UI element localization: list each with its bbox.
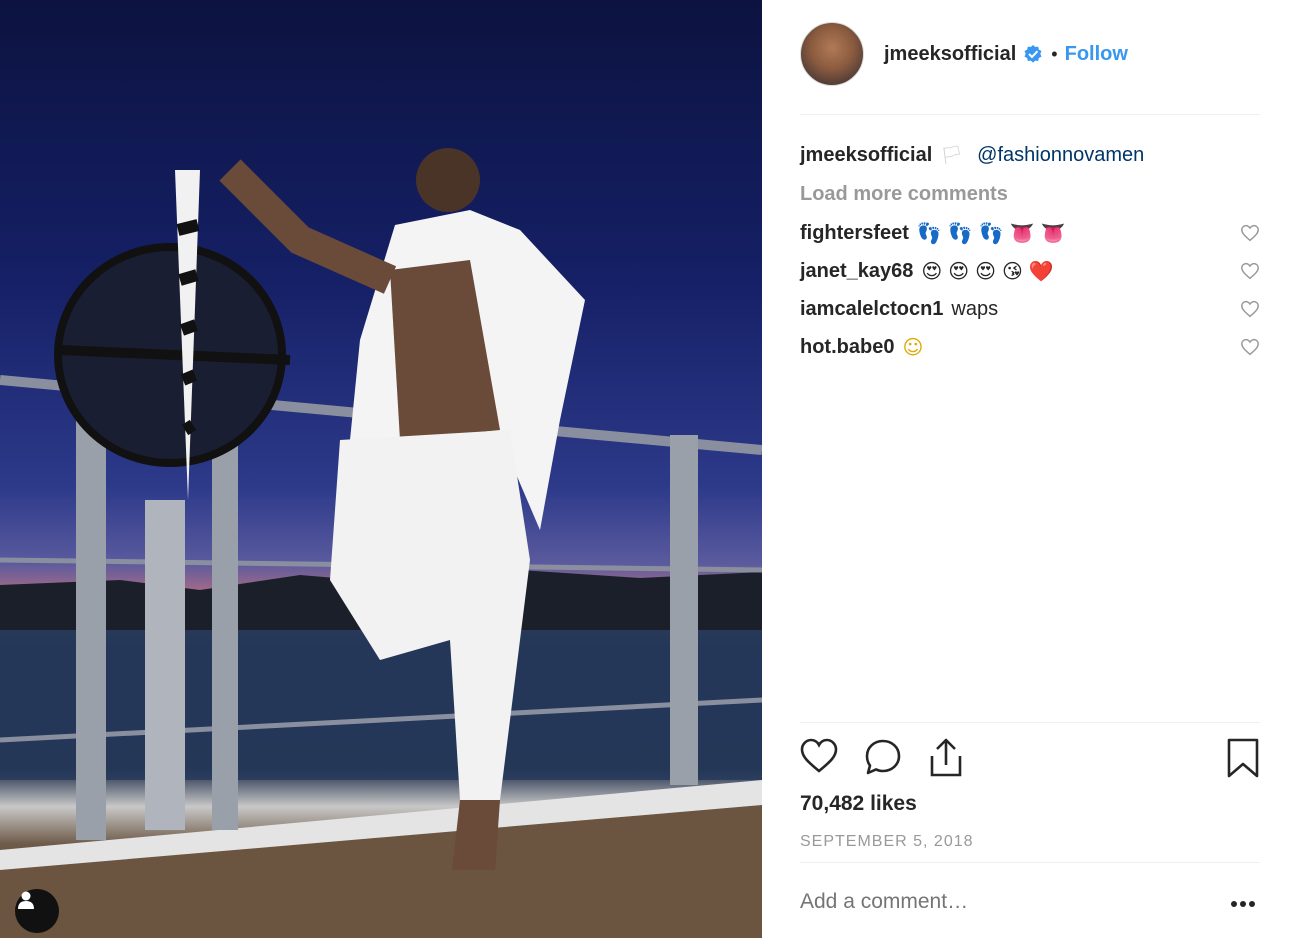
- header-separator: •: [1051, 43, 1058, 64]
- heart-icon[interactable]: [800, 738, 838, 774]
- comment-like-heart-icon[interactable]: [1240, 224, 1260, 242]
- post-photo[interactable]: [0, 0, 762, 938]
- caption: jmeeksofficial 🏳 @fashionnovamen: [800, 136, 1260, 174]
- action-bar: [800, 738, 1260, 782]
- divider: [800, 862, 1260, 863]
- comment-text: waps: [951, 297, 999, 320]
- comment-like-heart-icon[interactable]: [1240, 300, 1260, 318]
- comment-like-heart-icon[interactable]: [1240, 338, 1260, 356]
- post-header: jmeeksofficial • Follow: [800, 22, 1128, 86]
- comment-username[interactable]: janet_kay68: [800, 260, 913, 283]
- photo-scene: [0, 148, 762, 938]
- divider: [800, 114, 1260, 115]
- load-more-comments-button[interactable]: Load more comments: [800, 174, 1260, 214]
- likes-count[interactable]: 70,482 likes: [800, 792, 917, 816]
- mention-link[interactable]: @fashionnovamen: [977, 144, 1144, 167]
- share-icon[interactable]: [928, 738, 964, 778]
- comment-username[interactable]: fightersfeet: [800, 222, 909, 245]
- list-item: janet_kay68 😍😍😍😘❤️: [800, 252, 1260, 290]
- follow-button[interactable]: Follow: [1065, 43, 1128, 66]
- comment-text: 😍😍😍😘❤️: [921, 259, 1060, 283]
- comment-username[interactable]: hot.babe0: [800, 336, 894, 359]
- post-date[interactable]: SEPTEMBER 5, 2018: [800, 833, 974, 851]
- divider: [800, 722, 1260, 723]
- comment-bubble-icon[interactable]: [864, 738, 902, 776]
- bookmark-icon[interactable]: [1226, 738, 1260, 778]
- add-comment-input[interactable]: [800, 890, 1200, 914]
- comments-list: jmeeksofficial 🏳 @fashionnovamen Load mo…: [800, 136, 1260, 366]
- user-tag-icon: [18, 891, 34, 909]
- user-tags-button[interactable]: [15, 889, 59, 933]
- list-item: fightersfeet 👣👣👣👅👅: [800, 214, 1260, 252]
- list-item: iamcalelctocn1 waps: [800, 290, 1260, 328]
- comment-username[interactable]: iamcalelctocn1: [800, 298, 943, 321]
- username-link[interactable]: jmeeksofficial: [884, 43, 1016, 66]
- verified-badge-icon: [1023, 44, 1043, 64]
- comment-text: ☺: [902, 335, 930, 359]
- comment-like-heart-icon[interactable]: [1240, 262, 1260, 280]
- caption-username[interactable]: jmeeksofficial: [800, 144, 932, 167]
- comment-text: 👣👣👣👅👅: [916, 221, 1072, 245]
- list-item: hot.babe0 ☺: [800, 328, 1260, 366]
- flag-icon: 🏳: [940, 144, 964, 166]
- post-panel: jmeeksofficial • Follow jmeeksofficial 🏳…: [762, 0, 1292, 938]
- more-options-icon[interactable]: [1230, 900, 1256, 908]
- avatar[interactable]: [800, 22, 864, 86]
